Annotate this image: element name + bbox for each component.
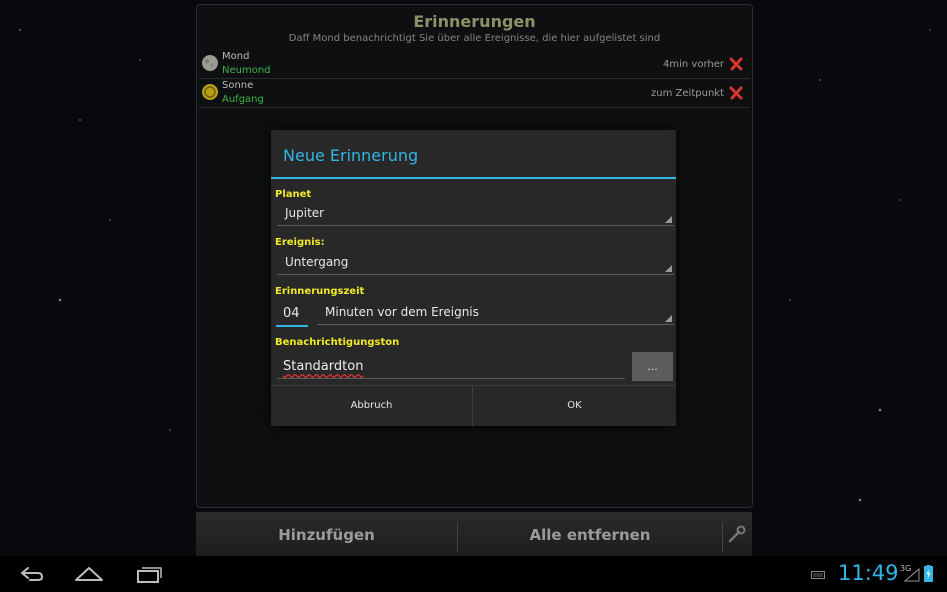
moon-icon [202,55,218,71]
delete-icon[interactable] [729,56,744,71]
planet-spinner[interactable]: Jupiter [277,203,674,226]
sound-input[interactable]: Standardton [277,356,625,379]
time-unit-spinner[interactable]: Minuten vor dem Ereignis [317,302,674,325]
panel-subtitle: Daff Mond benachrichtigt Sie über alle E… [288,33,661,44]
sun-icon [202,84,218,100]
battery-icon [924,565,933,582]
dialog-title: Neue Erinnerung [283,146,419,165]
keyboard-icon [811,571,825,579]
planet-value: Jupiter [285,206,325,220]
cancel-button[interactable]: Abbruch [271,386,473,426]
reminder-time-label: Erinnerungszeit [275,286,365,297]
event-spinner[interactable]: Untergang [277,252,674,275]
home-icon[interactable] [74,564,104,584]
panel-title: Erinnerungen [413,12,536,31]
reminder-body: Mond [222,51,250,62]
wrench-icon[interactable] [726,523,748,545]
reminder-body: Sonne [222,80,254,91]
event-label: Ereignis: [275,237,325,248]
ok-button[interactable]: OK [473,386,676,426]
delete-icon[interactable] [729,85,744,100]
dropdown-triangle-icon [665,315,672,322]
planet-label: Planet [275,189,312,200]
sound-value: Standardton [283,359,364,374]
reminder-row[interactable]: Sonne Aufgang zum Zeitpunkt [199,79,750,108]
time-unit-value: Minuten vor dem Ereignis [325,305,479,319]
dropdown-triangle-icon [665,216,672,223]
minutes-value: 04 [283,306,300,321]
clock: 11:49 [838,561,899,585]
action-bar: Hinzufügen Alle entfernen [196,512,752,556]
minutes-input[interactable]: 04 [276,303,308,327]
dialog-divider [271,177,676,179]
add-button[interactable]: Hinzufügen [196,512,457,556]
remove-all-button[interactable]: Alle entfernen [458,512,722,556]
new-reminder-dialog: Neue Erinnerung Planet Jupiter Ereignis:… [271,130,676,426]
reminder-time: zum Zeitpunkt [651,88,724,99]
back-icon[interactable] [16,564,46,584]
event-value: Untergang [285,255,349,269]
signal-icon [904,568,920,582]
dialog-button-bar: Abbruch OK [271,385,676,426]
dropdown-triangle-icon [665,265,672,272]
reminder-event: Aufgang [222,94,264,105]
reminder-event: Neumond [222,65,271,76]
recent-apps-icon[interactable] [134,564,164,584]
system-bar: 11:49 3G [0,556,947,592]
reminder-time: 4min vorher [663,59,724,70]
sound-label: Benachrichtigungston [275,337,400,348]
action-divider [722,522,723,552]
browse-sound-button[interactable]: ... [632,352,673,381]
reminder-row[interactable]: Mond Neumond 4min vorher [199,50,750,79]
